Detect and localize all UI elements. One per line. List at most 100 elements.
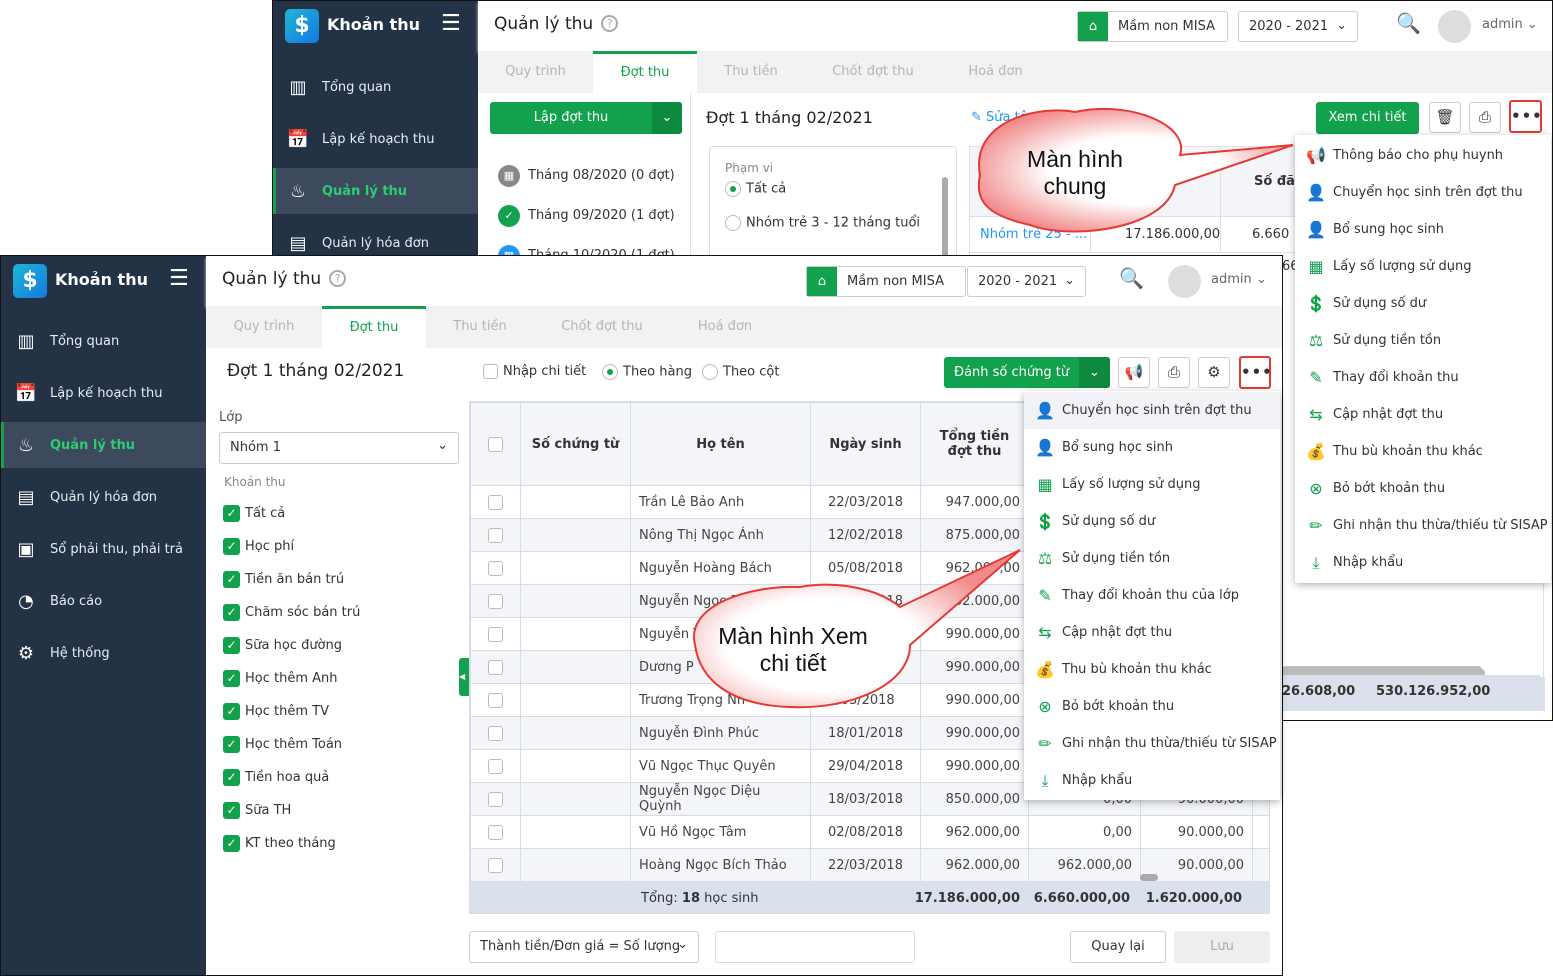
chevron-down-icon[interactable]: ⌄ (1079, 357, 1110, 388)
row-checkbox[interactable] (488, 494, 503, 510)
voucher-cell[interactable] (520, 584, 631, 618)
tab-close-batch[interactable]: Chốt đợt thu (805, 51, 941, 93)
fee-checkbox[interactable]: ✓ Tiền hoa quả (223, 761, 360, 794)
option-by-column-radio[interactable]: Theo cột (702, 364, 779, 380)
row-checkbox[interactable] (488, 626, 503, 642)
voucher-cell[interactable] (520, 617, 631, 651)
menu-item[interactable]: ▦ Lấy số lượng sử dụng (1295, 248, 1551, 285)
school-button[interactable]: ⌂ Mầm non MISA (1077, 11, 1228, 42)
fee-checkbox[interactable]: ✓ Học phí (223, 530, 360, 563)
fee-checkbox[interactable]: ✓ Sữa học đường (223, 629, 360, 662)
avatar[interactable] (1438, 10, 1471, 43)
chevron-down-icon[interactable]: ⌄ (652, 102, 682, 134)
create-batch-button[interactable]: Lập đợt thu ⌄ (490, 102, 682, 134)
analytics-search-icon[interactable]: 🔍 (1396, 11, 1421, 35)
number-vouchers-button[interactable]: Đánh số chứng từ ⌄ (944, 357, 1110, 388)
menu-item[interactable]: ▦ Lấy số lượng sử dụng (1024, 466, 1280, 503)
help-icon[interactable]: ? (329, 270, 347, 287)
tab-close-batch[interactable]: Chốt đợt thu (534, 306, 670, 348)
row-checkbox[interactable] (488, 791, 503, 807)
menu-item[interactable]: ⤓ Nhập khẩu (1295, 544, 1551, 581)
sidebar-item-report[interactable]: ◔ Báo cáo (1, 578, 206, 624)
voucher-cell[interactable] (520, 848, 631, 882)
tab-process[interactable]: Quy trình (478, 51, 593, 93)
menu-item[interactable]: 💰 Thu bù khoản thu khác (1295, 433, 1551, 470)
menu-item[interactable]: ✎ Thay đổi khoản thu của lớp (1024, 577, 1280, 614)
sidebar-item-plan[interactable]: 📅 Lập kế hoạch thu (273, 116, 478, 162)
menu-item[interactable]: ⇆ Cập nhật đợt thu (1295, 396, 1551, 433)
voucher-cell[interactable] (520, 485, 631, 519)
analytics-search-icon[interactable]: 🔍 (1119, 266, 1144, 290)
more-button[interactable]: ••• (1239, 356, 1272, 389)
collapse-panel-handle[interactable]: ◀ (459, 658, 469, 696)
view-detail-button[interactable]: Xem chi tiết (1316, 102, 1419, 134)
voucher-cell[interactable] (520, 815, 631, 849)
tab-collect[interactable]: Thu tiền (426, 306, 534, 348)
menu-item[interactable]: 👤 Bổ sung học sinh (1295, 211, 1551, 248)
row-checkbox[interactable] (488, 560, 503, 576)
fee-checkbox[interactable]: ✓ Học thêm Anh (223, 662, 360, 695)
notify-button[interactable]: 📢 (1118, 357, 1150, 388)
voucher-cell[interactable] (520, 683, 631, 717)
formula-input[interactable] (715, 931, 915, 963)
row-checkbox[interactable] (488, 758, 503, 774)
save-button[interactable]: Lưu (1174, 931, 1270, 963)
tab-invoice[interactable]: Hoá đơn (941, 51, 1050, 93)
select-all-checkbox[interactable] (488, 436, 503, 452)
menu-item[interactable]: ⊗ Bỏ bớt khoản thu (1024, 688, 1280, 725)
column-header-total[interactable]: Tổng tiền đợt thu (920, 402, 1029, 486)
sidebar-item-overview[interactable]: ▥ Tổng quan (273, 64, 478, 110)
tab-batch[interactable]: Đợt thu (593, 51, 697, 93)
sidebar-item-manage[interactable]: ♨ Quản lý thu (273, 168, 478, 214)
menu-item[interactable]: ✏ Ghi nhận thu thừa/thiếu từ SISAP (1024, 725, 1280, 762)
scope-option-group[interactable]: Nhóm trẻ 3 - 12 tháng tuổi (725, 215, 941, 231)
menu-item[interactable]: ✎ Thay đổi khoản thu (1295, 359, 1551, 396)
row-checkbox[interactable] (488, 692, 503, 708)
column-header-name[interactable]: Họ tên (630, 402, 811, 486)
voucher-cell[interactable] (520, 518, 631, 552)
menu-item[interactable]: 👤 Chuyển học sinh trên đợt thu (1024, 392, 1280, 429)
scope-option-all[interactable]: Tất cả (725, 181, 941, 197)
tab-batch[interactable]: Đợt thu (322, 306, 426, 348)
menu-item[interactable]: ⇆ Cập nhật đợt thu (1024, 614, 1280, 651)
voucher-cell[interactable] (520, 716, 631, 750)
help-icon[interactable]: ? (601, 15, 619, 32)
class-select[interactable]: Nhóm 1 ⌄ (219, 432, 459, 464)
menu-item[interactable]: ⚖ Sử dụng tiền tồn (1295, 322, 1551, 359)
year-select[interactable]: 2020 - 2021 ⌄ (967, 266, 1086, 297)
menu-item[interactable]: ✏ Ghi nhận thu thừa/thiếu từ SISAP (1295, 507, 1551, 544)
more-button[interactable]: ••• (1509, 100, 1542, 133)
menu-item[interactable]: 💲 Sử dụng số dư (1295, 285, 1551, 322)
month-item[interactable]: ▦ Tháng 08/2020 (0 đợt) (498, 156, 675, 196)
delete-button[interactable]: 🗑 (1429, 102, 1461, 133)
row-checkbox[interactable] (488, 593, 503, 609)
voucher-cell[interactable] (520, 551, 631, 585)
tab-collect[interactable]: Thu tiền (697, 51, 805, 93)
fee-checkbox[interactable]: ✓ Tất cả (223, 497, 360, 530)
voucher-cell[interactable] (520, 749, 631, 783)
row-checkbox[interactable] (488, 824, 503, 840)
row-checkbox[interactable] (488, 527, 503, 543)
formula-select[interactable]: Thành tiền/Đơn giá = Số lượng ⌄ (469, 931, 699, 963)
voucher-cell[interactable] (520, 650, 631, 684)
option-by-row-radio[interactable]: Theo hàng (602, 364, 692, 380)
sidebar-item-ledger[interactable]: ▣ Sổ phải thu, phải trả (1, 526, 206, 572)
year-select[interactable]: 2020 - 2021 ⌄ (1238, 11, 1358, 42)
column-header-voucher[interactable]: Số chứng từ (520, 402, 631, 486)
fee-checkbox[interactable]: ✓ Học thêm TV (223, 695, 360, 728)
menu-item[interactable]: 📢 Thông báo cho phụ huynh (1295, 137, 1551, 174)
menu-item[interactable]: ⊗ Bỏ bớt khoản thu (1295, 470, 1551, 507)
scrollbar[interactable] (942, 177, 948, 257)
month-item[interactable]: ✓ Tháng 09/2020 (1 đợt) (498, 196, 675, 236)
sidebar-item-plan[interactable]: 📅 Lập kế hoạch thu (1, 370, 206, 416)
row-checkbox[interactable] (488, 857, 503, 873)
table-row[interactable]: Vũ Hồ Ngọc Tâm 02/08/2018 962.000,00 0,00 90… (470, 815, 1269, 849)
avatar[interactable] (1168, 265, 1201, 298)
menu-item[interactable]: ⤓ Nhập khẩu (1024, 762, 1280, 799)
fee-checkbox[interactable]: ✓ Học thêm Toán (223, 728, 360, 761)
menu-icon[interactable]: ☰ (441, 11, 461, 36)
user-menu[interactable]: admin ⌄ (1482, 17, 1538, 32)
school-button[interactable]: ⌂ Mầm non MISA (806, 266, 966, 297)
horizontal-scrollbar[interactable] (1140, 874, 1158, 881)
sidebar-item-manage[interactable]: ♨ Quản lý thu (1, 422, 206, 468)
